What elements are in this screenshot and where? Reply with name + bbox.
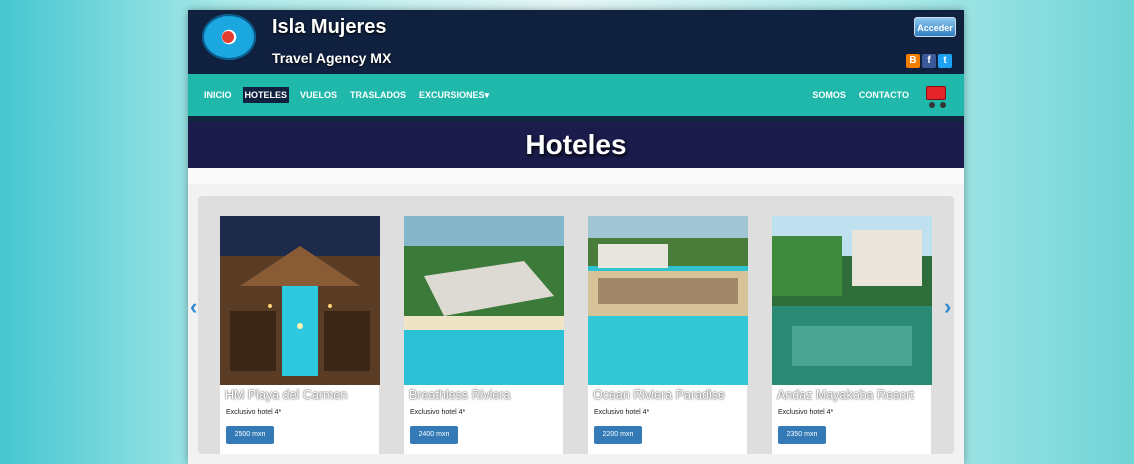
login-button[interactable]: Acceder bbox=[914, 17, 956, 37]
hotel-image[interactable] bbox=[772, 216, 932, 385]
hotel-image[interactable] bbox=[404, 216, 564, 385]
hotel-name[interactable]: Ocean Riviera Paradise bbox=[593, 388, 758, 402]
shopping-cart-icon[interactable] bbox=[920, 82, 950, 108]
nav-item-somos[interactable]: SOMOS bbox=[810, 87, 848, 103]
header-social-links: B f t bbox=[906, 54, 952, 68]
blogger-icon[interactable]: B bbox=[906, 54, 920, 68]
hotel-image[interactable] bbox=[588, 216, 748, 385]
hotel-image[interactable] bbox=[220, 216, 380, 385]
price-button[interactable]: 2350 mxn bbox=[778, 426, 826, 444]
facebook-icon[interactable]: f bbox=[922, 54, 936, 68]
hotel-description: Exclusivo hotel 4* bbox=[410, 409, 466, 416]
page-title: Hoteles bbox=[525, 129, 627, 160]
price-button[interactable]: 2500 mxn bbox=[226, 426, 274, 444]
nav-item-excursiones-label: EXCURSIONES bbox=[419, 89, 485, 100]
main-navigation: INICIO HOTELES VUELOS TRASLADOS EXCURSIO… bbox=[188, 74, 964, 122]
hotel-description: Exclusivo hotel 4* bbox=[778, 409, 834, 416]
chevron-right-icon[interactable]: › bbox=[944, 294, 951, 320]
chevron-down-icon: ▾ bbox=[484, 89, 490, 100]
price-button[interactable]: 2400 mxn bbox=[410, 426, 458, 444]
site-header: Isla Mujeres Travel Agency MX Acceder B … bbox=[188, 10, 964, 74]
hotel-description: Exclusivo hotel 4* bbox=[594, 409, 650, 416]
brand-logo[interactable] bbox=[202, 14, 256, 60]
hotel-description: Exclusivo hotel 4* bbox=[226, 409, 282, 416]
page-title-band: Hoteles bbox=[188, 122, 964, 168]
brand-title[interactable]: Isla Mujeres bbox=[272, 16, 387, 39]
divider bbox=[188, 168, 964, 184]
nav-item-contacto[interactable]: CONTACTO bbox=[857, 87, 911, 103]
hotel-card[interactable]: Andaz Mayakoba Resort Exclusivo hotel 4*… bbox=[772, 216, 932, 454]
hotel-name[interactable]: Breathless Riviera bbox=[409, 388, 574, 402]
brand-subtitle: Travel Agency MX bbox=[272, 50, 392, 66]
price-button[interactable]: 2200 mxn bbox=[594, 426, 642, 444]
hotel-card[interactable]: Ocean Riviera Paradise Exclusivo hotel 4… bbox=[588, 216, 748, 454]
nav-item-excursiones[interactable]: EXCURSIONES▾ bbox=[417, 87, 491, 104]
hotel-carousel: ‹ › HM Playa del Carmen Exclusivo hotel … bbox=[190, 196, 954, 454]
nav-item-inicio[interactable]: INICIO bbox=[202, 87, 234, 103]
chevron-left-icon[interactable]: ‹ bbox=[190, 294, 197, 320]
nav-item-vuelos[interactable]: VUELOS bbox=[298, 87, 339, 103]
nav-item-hoteles[interactable]: HOTELES bbox=[242, 87, 290, 103]
hotel-card[interactable]: Breathless Riviera Exclusivo hotel 4* 24… bbox=[404, 216, 564, 454]
twitter-icon[interactable]: t bbox=[938, 54, 952, 68]
hotel-name[interactable]: Andaz Mayakoba Resort bbox=[777, 388, 942, 402]
hotel-name[interactable]: HM Playa del Carmen bbox=[225, 388, 390, 402]
nav-item-traslados[interactable]: TRASLADOS bbox=[348, 87, 408, 103]
hotel-card[interactable]: HM Playa del Carmen Exclusivo hotel 4* 2… bbox=[220, 216, 380, 454]
